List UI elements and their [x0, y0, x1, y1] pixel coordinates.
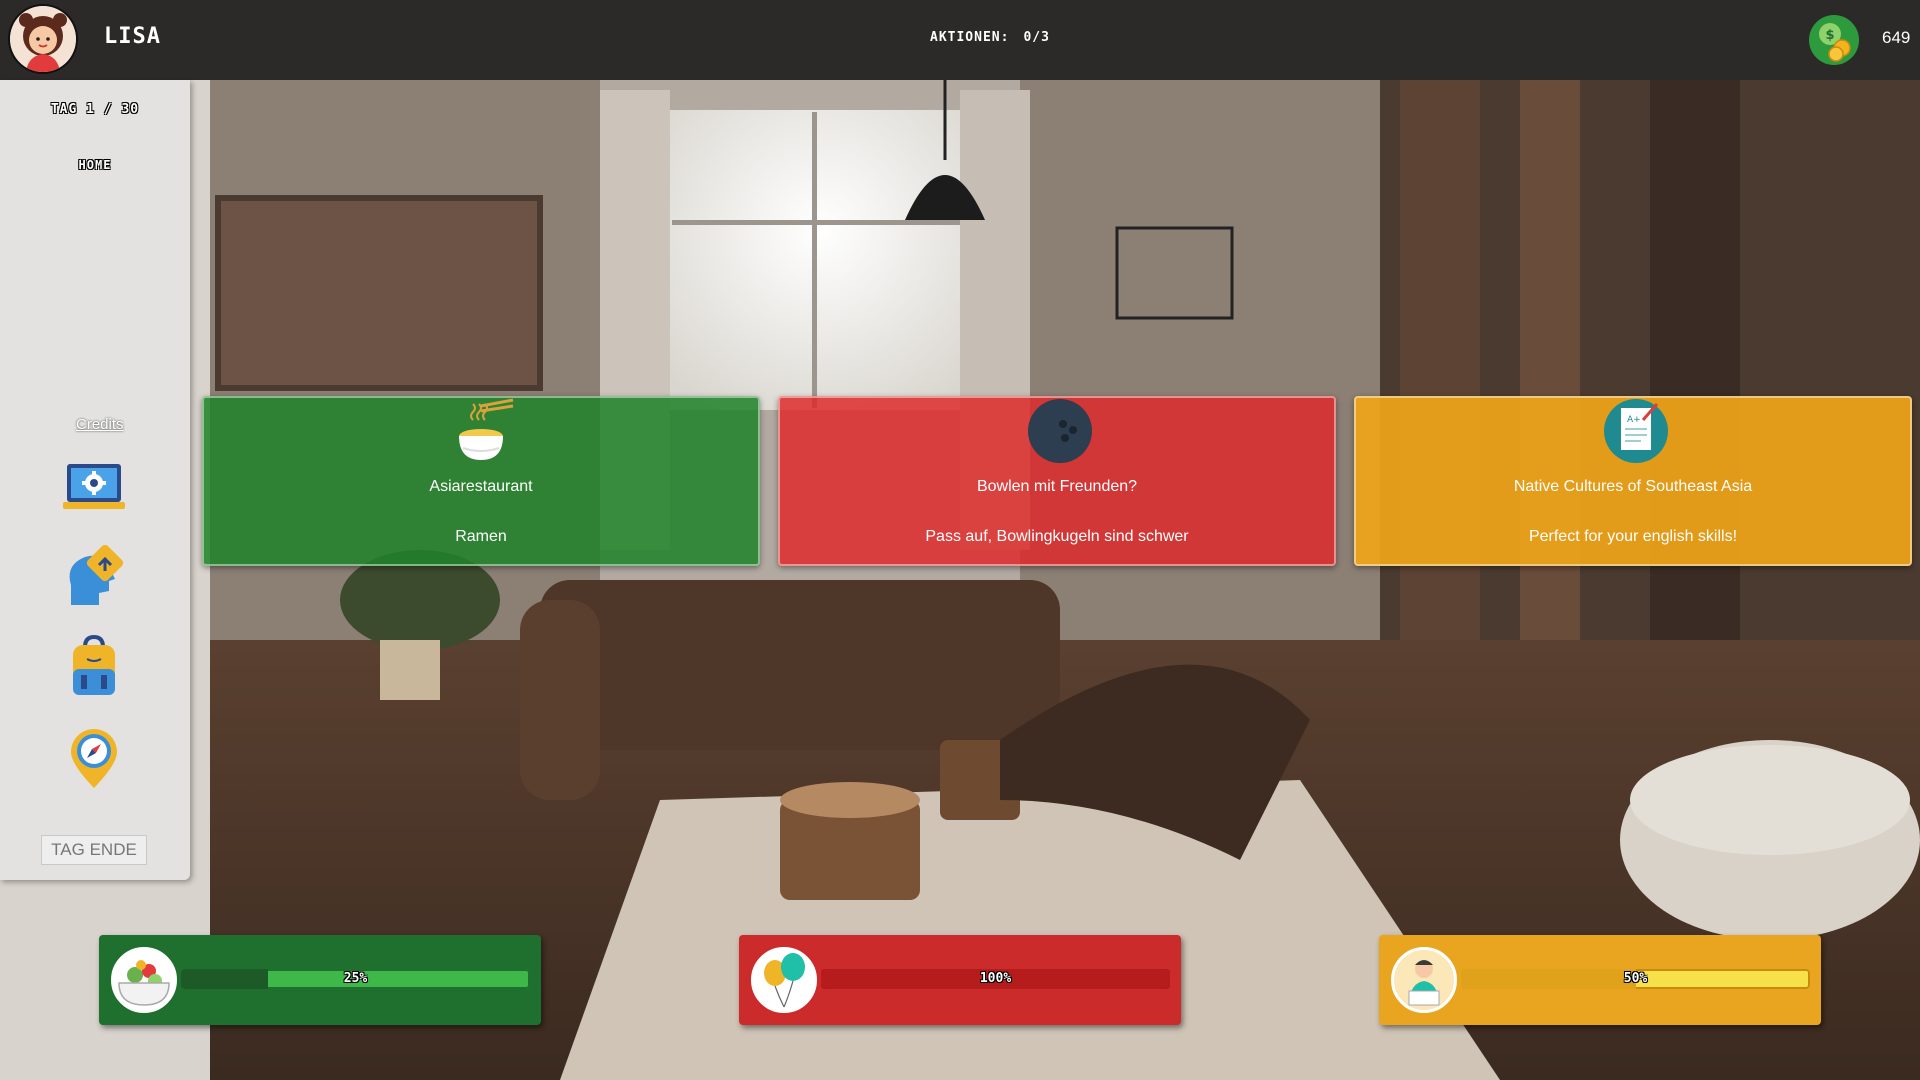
activity-card-restaurant[interactable]: Asiarestaurant Ramen — [202, 396, 760, 566]
education-progress-bar: 50% — [1461, 969, 1810, 989]
bowling-ball-icon — [1028, 399, 1092, 463]
settings-laptop-icon[interactable] — [61, 456, 127, 522]
location-label: HOME — [78, 158, 112, 172]
top-bar: LISA AKTIONEN: 0/3 $ 649 — [0, 0, 1920, 80]
fun-percent: 100% — [979, 971, 1012, 986]
actions-value: 0/3 — [1023, 30, 1050, 45]
end-day-button[interactable]: TAG ENDE — [41, 835, 147, 865]
activity-card-lecture[interactable]: A+ Native Cultures of Southeast Asia Per… — [1354, 396, 1912, 566]
money-amount: 649 — [1882, 28, 1911, 47]
food-bowl-icon — [109, 945, 179, 1015]
map-compass-icon[interactable] — [61, 724, 127, 790]
stat-hunger: 25% — [99, 935, 541, 1025]
day-counter: TAG 1 / 30 — [50, 102, 140, 117]
card-description: Ramen — [455, 528, 507, 545]
sidebar: TAG 1 / 30 HOME Credits TAG ENDE — [0, 80, 190, 880]
ramen-bowl-icon — [459, 398, 514, 460]
fun-progress-bar: 100% — [821, 969, 1170, 989]
player-avatar[interactable] — [10, 6, 76, 72]
skills-head-icon[interactable] — [61, 545, 127, 611]
card-description: Perfect for your english skills! — [1528, 528, 1738, 545]
svg-text:A+: A+ — [1627, 415, 1641, 425]
stat-education: 50% — [1379, 935, 1821, 1025]
girl-avatar-icon — [10, 6, 76, 72]
hunger-progress-bar: 25% — [181, 969, 530, 989]
player-name: LISA — [104, 24, 161, 49]
student-laptop-icon — [1389, 945, 1459, 1015]
credits-link[interactable]: Credits — [76, 416, 124, 433]
balloons-icon — [749, 945, 819, 1015]
stat-fun: 100% — [739, 935, 1181, 1025]
actions-label: AKTIONEN: — [930, 30, 1010, 45]
card-title: Asiarestaurant — [429, 478, 533, 495]
svg-text:$: $ — [1825, 28, 1834, 43]
card-description: Pass auf, Bowlingkugeln sind schwer — [925, 528, 1189, 545]
card-title: Bowlen mit Freunden? — [976, 478, 1138, 495]
money-coins-icon: $ — [1809, 15, 1859, 65]
graded-paper-icon: A+ — [1604, 399, 1668, 463]
education-percent: 50% — [1623, 971, 1648, 986]
backpack-icon[interactable] — [61, 633, 127, 699]
activity-card-bowling[interactable]: Bowlen mit Freunden? Pass auf, Bowlingku… — [778, 396, 1336, 566]
card-title: Native Cultures of Southeast Asia — [1513, 478, 1753, 495]
hunger-percent: 25% — [343, 971, 368, 986]
actions-counter: AKTIONEN: 0/3 — [930, 30, 1050, 45]
